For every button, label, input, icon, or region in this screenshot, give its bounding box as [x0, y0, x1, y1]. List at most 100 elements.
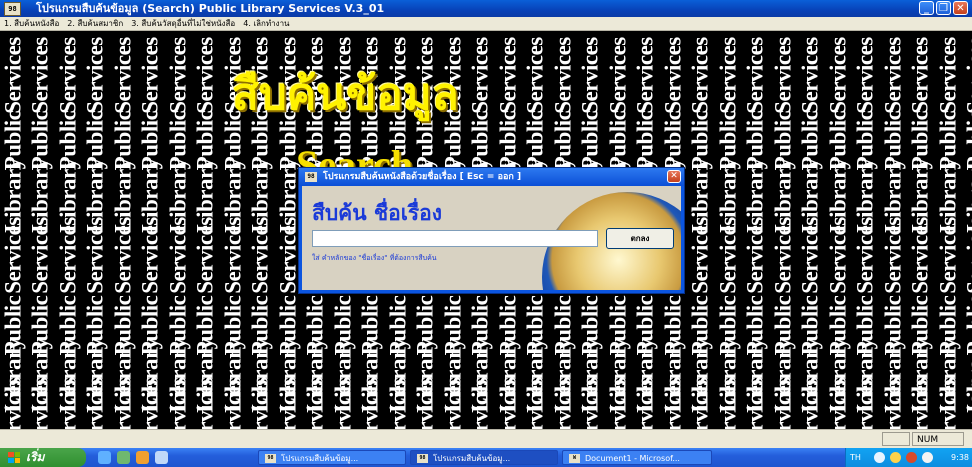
taskbar-item-search-app-1[interactable]: 98 โปรแกรมสืบค้นข้อมู...: [258, 450, 406, 465]
pattern-word: Services: [907, 377, 933, 429]
pattern-word: Services: [605, 37, 630, 114]
internet-explorer-icon[interactable]: [98, 451, 111, 464]
dialog-close-button[interactable]: ✕: [667, 170, 681, 183]
pattern-word: Services: [275, 377, 300, 429]
pattern-word: Services: [192, 377, 218, 429]
dialog-app-icon: 98: [305, 172, 317, 182]
pattern-word: Services: [797, 377, 823, 429]
close-button[interactable]: ✕: [953, 1, 968, 15]
taskbar-item-search-app-2[interactable]: 98 โปรแกรมสืบค้นข้อมู...: [410, 450, 558, 465]
pattern-word: Services: [935, 217, 960, 294]
title-search-input[interactable]: [312, 230, 598, 247]
menu-item-search-other-materials[interactable]: 3. สืบค้นวัสดุอื่นที่ไม่ใช่หนังสือ: [127, 17, 239, 30]
app-title-bar[interactable]: 98 โปรแกรมสืบค้นข้อมูล (Search) Public L…: [0, 0, 972, 17]
pattern-word: Services: [412, 377, 438, 429]
pattern-word: Services: [852, 377, 878, 429]
pattern-word: Services: [137, 217, 163, 294]
pattern-word: Services: [495, 377, 520, 429]
pattern-word: Services: [137, 37, 163, 114]
pattern-word: Services: [440, 377, 465, 429]
pattern-word: Services: [770, 37, 795, 114]
pattern-word: Services: [27, 377, 53, 429]
taskbar: เริ่ม 98 โปรแกรมสืบค้นข้อมู... 98 โปรแกรมส…: [0, 448, 972, 467]
pattern-column: ServicesPublicLibraryServicesPublicLibra…: [28, 31, 53, 429]
pattern-column: ServicesPublicLibraryServicesPublicLibra…: [688, 31, 713, 429]
taskbar-item-label: โปรแกรมสืบค้นข้อมู...: [281, 454, 359, 463]
app-icon[interactable]: 98: [4, 2, 21, 16]
clock: 9:38: [951, 453, 969, 462]
pattern-word: Services: [192, 217, 218, 294]
pattern-word: Services: [27, 37, 53, 114]
pattern-word: Services: [110, 37, 135, 114]
windows-flag-icon: [8, 452, 20, 463]
messenger-icon[interactable]: [922, 452, 933, 463]
show-desktop-icon[interactable]: [117, 451, 130, 464]
pattern-word: Services: [825, 217, 850, 294]
word-icon: W: [569, 454, 580, 463]
menu-item-search-members[interactable]: 2. สืบค้นสมาชิก: [63, 17, 127, 30]
minimize-button[interactable]: _: [919, 1, 934, 15]
pattern-word: Services: [962, 377, 972, 429]
pattern-word: Services: [962, 217, 972, 294]
dialog-title: โปรแกรมสืบค้นหนังสือด้วยชื่อเรื่อง [ Esc…: [323, 172, 522, 182]
menu-item-search-books[interactable]: 1. สืบค้นหนังสือ: [0, 17, 63, 30]
search-hint-text: ใส่ คำหลักของ "ชื่อเรื่อง" ที่ต้องการสืบ…: [312, 254, 437, 262]
pattern-word: Services: [605, 377, 630, 429]
pattern-word: Services: [935, 37, 960, 114]
pattern-column: ServicesPublicLibraryServicesPublicLibra…: [963, 31, 972, 429]
ok-button[interactable]: ตกลง: [606, 228, 674, 249]
pattern-word: Services: [742, 37, 768, 114]
pattern-column: ServicesPublicLibraryServicesPublicLibra…: [935, 31, 960, 429]
pattern-word: Services: [825, 377, 850, 429]
media-player-icon[interactable]: [136, 451, 149, 464]
pattern-word: Services: [55, 377, 80, 429]
pattern-word: Services: [907, 37, 933, 114]
pattern-word: Services: [357, 377, 383, 429]
language-indicator[interactable]: TH: [850, 448, 861, 467]
pattern-word: Services: [797, 37, 823, 114]
maximize-button[interactable]: ❐: [936, 1, 951, 15]
volume-icon[interactable]: [890, 452, 901, 463]
pattern-word: Services: [880, 217, 905, 294]
pattern-word: Services: [825, 37, 850, 114]
num-lock-indicator: NUM: [912, 432, 964, 446]
pattern-word: Services: [302, 377, 328, 429]
menu-bar: 1. สืบค้นหนังสือ 2. สืบค้นสมาชิก 3. สืบค…: [0, 17, 972, 31]
system-tray: TH 9:38: [845, 448, 972, 467]
pattern-word: Services: [715, 217, 740, 294]
pattern-word: Services: [522, 377, 548, 429]
taskbar-item-label: Document1 - Microsof...: [585, 454, 680, 463]
window-title: โปรแกรมสืบค้นข้อมูล (Search) Public Libr…: [36, 2, 385, 15]
pattern-word: Services: [82, 217, 108, 294]
pattern-word: Services: [0, 217, 25, 294]
menu-item-exit[interactable]: 4. เลิกทำงาน: [239, 17, 293, 30]
pattern-word: Services: [467, 377, 493, 429]
pattern-word: Services: [687, 217, 713, 294]
pattern-column: ServicesPublicLibraryServicesPublicLibra…: [165, 31, 190, 429]
pattern-word: Services: [247, 377, 273, 429]
pattern-word: Services: [770, 377, 795, 429]
network-icon[interactable]: [874, 452, 885, 463]
dialog-heading: สืบค้น ชื่อเรื่อง: [312, 201, 443, 225]
pattern-column: ServicesPublicLibraryServicesPublicLibra…: [880, 31, 905, 429]
pattern-word: Services: [935, 377, 960, 429]
pattern-word: Services: [165, 217, 190, 294]
pattern-word: Services: [687, 37, 713, 114]
dialog-title-bar[interactable]: 98 โปรแกรมสืบค้นหนังสือด้วยชื่อเรื่อง [ …: [299, 168, 684, 186]
pattern-word: Services: [715, 377, 740, 429]
start-label: เริ่ม: [26, 450, 45, 464]
pattern-word: Services: [550, 377, 575, 429]
pattern-word: Services: [577, 377, 603, 429]
security-alert-icon[interactable]: [906, 452, 917, 463]
pattern-word: Services: [632, 377, 658, 429]
start-button[interactable]: เริ่ม: [0, 448, 86, 467]
pattern-word: Services: [962, 37, 972, 114]
pattern-word: Services: [852, 217, 878, 294]
pattern-word: Services: [192, 37, 218, 114]
taskbar-item-word-document[interactable]: W Document1 - Microsof...: [562, 450, 712, 465]
pattern-word: Services: [495, 37, 520, 114]
pattern-word: Services: [110, 217, 135, 294]
outlook-icon[interactable]: [155, 451, 168, 464]
pattern-word: Services: [770, 217, 795, 294]
pattern-column: ServicesPublicLibraryServicesPublicLibra…: [55, 31, 80, 429]
